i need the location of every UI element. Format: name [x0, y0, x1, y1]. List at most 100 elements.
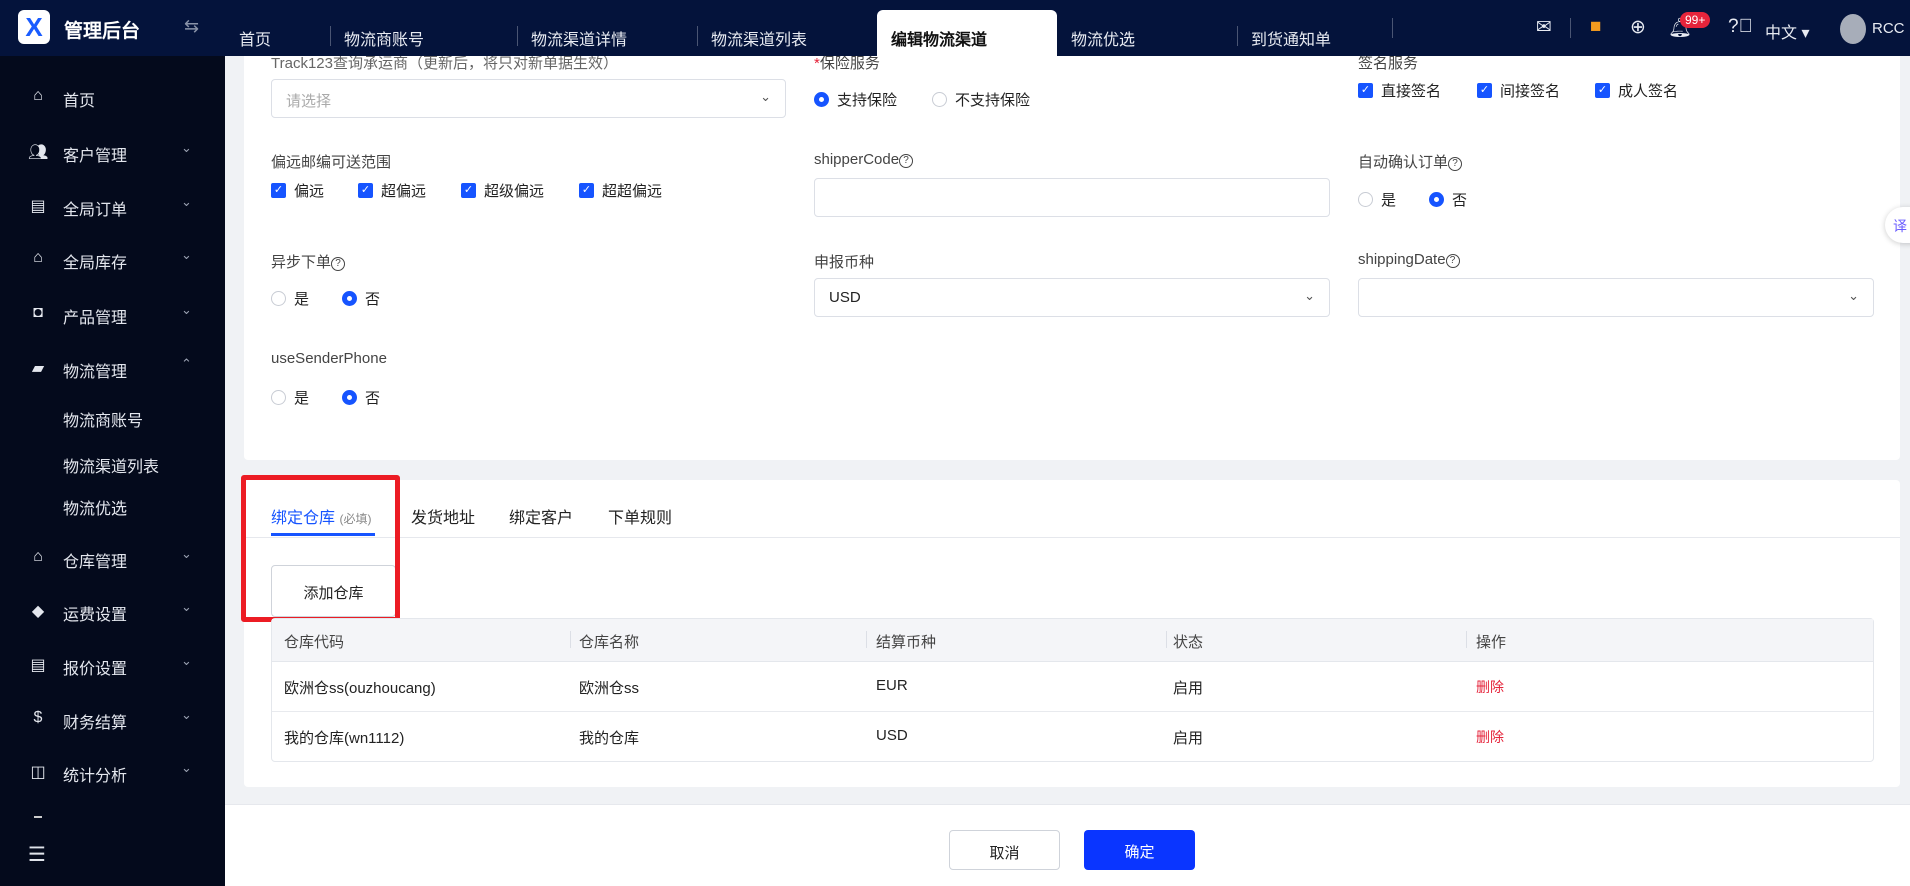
download-icon[interactable]: ⊕	[1630, 16, 1646, 39]
chevron-down-icon: ⌄	[181, 194, 192, 209]
sidebar-item-home[interactable]: ⌂ 首页	[0, 77, 225, 117]
delete-link[interactable]: 删除	[1476, 727, 1504, 747]
auto-confirm-label: 自动确认订单?	[1358, 151, 1463, 172]
collapse-menu-icon[interactable]: ☰	[28, 842, 46, 867]
sidebar-item-quote[interactable]: ▤ 报价设置 ⌄	[0, 645, 225, 685]
checkbox-icon: ✓	[271, 183, 286, 198]
language-label: 中文	[1765, 25, 1798, 42]
logo-icon: X	[18, 10, 50, 44]
cell-warehouse-name: 我的仓库	[579, 730, 640, 747]
sidebar-item-label: 物流商账号	[63, 413, 144, 430]
robot-icon[interactable]: ■	[1590, 16, 1601, 38]
sidebar-item-logistics[interactable]: ▰ 物流管理 ⌃	[0, 348, 225, 388]
async-radio-no[interactable]: 否	[342, 288, 380, 309]
option-label: 超偏远	[381, 183, 427, 200]
sign-checkbox-direct[interactable]: ✓ 直接签名	[1358, 80, 1441, 101]
option-label: 否	[365, 390, 381, 407]
tab-arrival-notice[interactable]: 到货通知单	[1237, 10, 1417, 56]
help-icon[interactable]: ?	[1445, 254, 1460, 268]
help-icon[interactable]: ?	[899, 154, 914, 168]
track-carrier-select[interactable]: 请选择 ⌄	[271, 79, 786, 118]
label-text: 保险服务	[819, 55, 880, 72]
document-icon: ▤	[30, 657, 46, 674]
option-label: 成人签名	[1618, 83, 1679, 100]
shipper-code-label: shipperCode?	[814, 151, 914, 168]
auto-confirm-radio-yes[interactable]: 是	[1358, 189, 1396, 210]
option-label: 否	[365, 291, 381, 308]
delete-link[interactable]: 删除	[1476, 677, 1504, 697]
auto-confirm-radio-no[interactable]: 否	[1429, 189, 1467, 210]
sidebar-item-label: 全局库存	[63, 255, 128, 272]
box-icon: ◆	[31, 603, 45, 620]
sign-checkbox-indirect[interactable]: ✓ 间接签名	[1477, 80, 1560, 101]
sidebar-item-freight[interactable]: ◆ 运费设置 ⌄	[0, 591, 225, 631]
column-header: 操作	[1476, 634, 1507, 651]
chevron-down-icon: ⌄	[1304, 288, 1315, 303]
top-header: X 管理后台 ⇆ 首页 物流商账号 物流渠道详情 物流渠道列表 编辑物流渠道 物…	[0, 0, 1910, 56]
confirm-button[interactable]: 确定	[1084, 830, 1195, 870]
option-label: 支持保险	[837, 92, 898, 109]
cancel-button[interactable]: 取消	[949, 830, 1060, 870]
table-row: 我的仓库(wn1112) 我的仓库 USD 启用 删除	[272, 712, 1873, 761]
cell-currency: EUR	[876, 677, 908, 694]
user-name[interactable]: RCC	[1872, 20, 1905, 37]
sidebar-item-label: 物流渠道列表	[63, 459, 160, 476]
shipper-code-input[interactable]	[814, 178, 1330, 217]
sender-phone-radio-yes[interactable]: 是	[271, 387, 309, 408]
tab-logistics-account[interactable]: 物流商账号	[330, 10, 510, 56]
sidebar-item-inventory[interactable]: ⌂ 全局库存 ⌄	[0, 239, 225, 279]
sidebar-item-label: 财务结算	[63, 715, 128, 732]
clipboard-icon: ▤	[30, 198, 46, 215]
sidebar-item-label: 报价设置	[63, 661, 128, 678]
sign-checkbox-adult[interactable]: ✓ 成人签名	[1595, 80, 1678, 101]
truck-icon: ▰	[31, 360, 45, 377]
tab-logistics-preferred[interactable]: 物流优选	[1057, 10, 1237, 56]
checkbox-icon: ✓	[358, 183, 373, 198]
bag-icon: ◘	[33, 304, 43, 321]
checkbox-icon: ✓	[1358, 83, 1373, 98]
tab-bind-customer[interactable]: 绑定客户	[509, 504, 573, 528]
insurance-radio-no[interactable]: 不支持保险	[932, 89, 1030, 110]
swap-icon[interactable]: ⇆	[184, 16, 199, 37]
inbox-icon[interactable]: ✉	[1536, 16, 1552, 39]
users-icon: 👥︎	[28, 144, 49, 161]
sidebar-subitem-channel-list[interactable]: 物流渠道列表	[0, 443, 225, 483]
currency-select[interactable]: USD ⌄	[814, 278, 1330, 317]
sidebar-item-finance[interactable]: $ 财务结算 ⌄	[0, 699, 225, 739]
chevron-up-icon: ⌃	[181, 356, 192, 371]
sidebar-item-products[interactable]: ◘ 产品管理 ⌄	[0, 294, 225, 334]
sender-phone-radio-no[interactable]: 否	[342, 387, 380, 408]
sidebar-subitem-logistics-account[interactable]: 物流商账号	[0, 397, 225, 437]
sidebar: ⌂ 首页 👥︎ 客户管理 ⌄ ▤ 全局订单 ⌄ ⌂ 全局库存 ⌄ ◘ 产品管理 ⌄ ▰ 物流管理 ⌃ …	[0, 56, 225, 886]
sidebar-item-warehouse[interactable]: ⌂ 仓库管理 ⌄	[0, 538, 225, 578]
remote-checkbox-1[interactable]: ✓ 偏远	[271, 180, 324, 201]
option-label: 偏远	[294, 183, 325, 200]
option-label: 是	[1381, 192, 1397, 209]
insurance-radio-yes[interactable]: 支持保险	[814, 89, 897, 110]
sidebar-item-customers[interactable]: 👥︎ 客户管理 ⌄	[0, 132, 225, 172]
chevron-down-icon: ⌄	[181, 707, 192, 722]
sidebar-item-stats[interactable]: ◫ 统计分析 ⌄	[0, 752, 225, 792]
async-radio-yes[interactable]: 是	[271, 288, 309, 309]
tab-edit-channel[interactable]: 编辑物流渠道	[877, 10, 1057, 56]
avatar[interactable]	[1840, 14, 1866, 44]
remote-checkbox-2[interactable]: ✓ 超偏远	[358, 180, 426, 201]
tab-order-rules[interactable]: 下单规则	[608, 504, 672, 528]
language-select[interactable]: 中文 ▾	[1765, 19, 1810, 43]
chevron-down-icon: ⌄	[181, 760, 192, 775]
column-header: 状态	[1173, 634, 1204, 651]
currency-label: 申报币种	[814, 254, 875, 271]
remote-checkbox-3[interactable]: ✓ 超级偏远	[461, 180, 544, 201]
tab-ship-address[interactable]: 发货地址	[411, 504, 475, 528]
tab-channel-list[interactable]: 物流渠道列表	[697, 10, 877, 56]
sidebar-subitem-preferred[interactable]: 物流优选	[0, 485, 225, 525]
help-icon[interactable]: ?⃝	[1728, 16, 1753, 38]
shipping-date-select[interactable]: ⌄	[1358, 278, 1874, 317]
sidebar-item-label: 全局订单	[63, 202, 128, 219]
help-icon[interactable]: ?	[331, 257, 346, 271]
warehouse-icon: ⌂	[33, 249, 43, 266]
tab-channel-detail[interactable]: 物流渠道详情	[517, 10, 697, 56]
help-icon[interactable]: ?	[1448, 157, 1463, 171]
remote-checkbox-4[interactable]: ✓ 超超偏远	[579, 180, 662, 201]
sidebar-item-orders[interactable]: ▤ 全局订单 ⌄	[0, 186, 225, 226]
